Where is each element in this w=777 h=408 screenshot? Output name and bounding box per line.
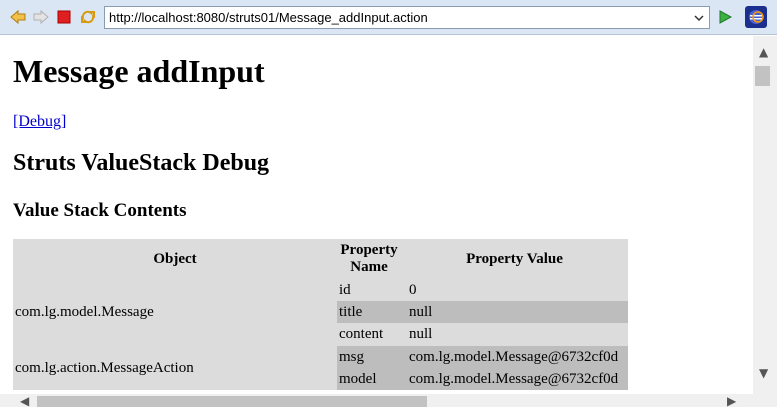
table-row: com.lg.model.Message id 0 <box>13 279 628 346</box>
vertical-scroll-thumb[interactable] <box>755 66 770 86</box>
object-name: com.lg.action.MessageAction <box>13 346 337 390</box>
value-stack-title: Value Stack Contents <box>13 200 187 221</box>
property-name: msg <box>337 346 401 368</box>
table-row: com.lg.action.MessageAction msg com.lg.m… <box>13 346 628 390</box>
property-value: null <box>401 323 628 346</box>
eclipse-button[interactable] <box>745 6 767 28</box>
go-button[interactable] <box>716 8 734 26</box>
value-stack-table: Object Property Name Property Value com.… <box>13 239 628 390</box>
property-value: com.lg.model.Message@6732cf0d <box>401 368 628 390</box>
stop-button[interactable] <box>55 8 73 26</box>
eclipse-icon <box>749 10 764 24</box>
url-text[interactable]: http://localhost:8080/struts01/Message_a… <box>109 10 428 25</box>
chevron-down-icon[interactable] <box>692 11 706 25</box>
horizontal-scroll-thumb[interactable] <box>37 396 427 407</box>
stop-icon <box>57 10 71 24</box>
header-object: Object <box>13 239 337 279</box>
property-name: title <box>337 301 401 323</box>
section-title: Struts ValueStack Debug <box>13 150 270 176</box>
property-value: 0 <box>401 279 628 301</box>
header-property-name-label: Property Name <box>340 242 398 275</box>
property-value: com.lg.model.Message@6732cf0d <box>401 346 628 368</box>
property-value: null <box>401 301 628 323</box>
debug-link[interactable]: [Debug] <box>13 113 66 131</box>
back-button[interactable] <box>9 8 27 26</box>
scroll-left-icon[interactable]: ◀ <box>20 395 29 407</box>
arrow-left-icon <box>10 9 26 25</box>
property-name: content <box>337 323 401 346</box>
arrow-right-icon <box>33 9 49 25</box>
scroll-down-icon[interactable]: ▼ <box>759 367 768 379</box>
refresh-button[interactable] <box>79 8 97 26</box>
refresh-icon <box>81 10 95 24</box>
page-title: Message addInput <box>13 53 265 89</box>
forward-button[interactable] <box>32 8 50 26</box>
table-header-row: Object Property Name Property Value <box>13 239 628 279</box>
property-name: id <box>337 279 401 301</box>
vertical-scrollbar[interactable] <box>753 36 777 394</box>
object-name: com.lg.model.Message <box>13 279 337 346</box>
address-bar[interactable]: http://localhost:8080/struts01/Message_a… <box>104 6 710 29</box>
browser-toolbar: http://localhost:8080/struts01/Message_a… <box>0 0 777 35</box>
property-name: model <box>337 368 401 390</box>
scroll-up-icon[interactable]: ▲ <box>759 46 768 58</box>
play-icon <box>719 10 733 24</box>
header-property-value: Property Value <box>401 239 628 279</box>
page-viewport: Message addInput [Debug] Struts ValueSta… <box>0 36 753 394</box>
header-property-name: Property Name <box>337 239 401 279</box>
scroll-right-icon[interactable]: ▶ <box>727 395 736 407</box>
scrollbar-corner <box>753 394 777 407</box>
